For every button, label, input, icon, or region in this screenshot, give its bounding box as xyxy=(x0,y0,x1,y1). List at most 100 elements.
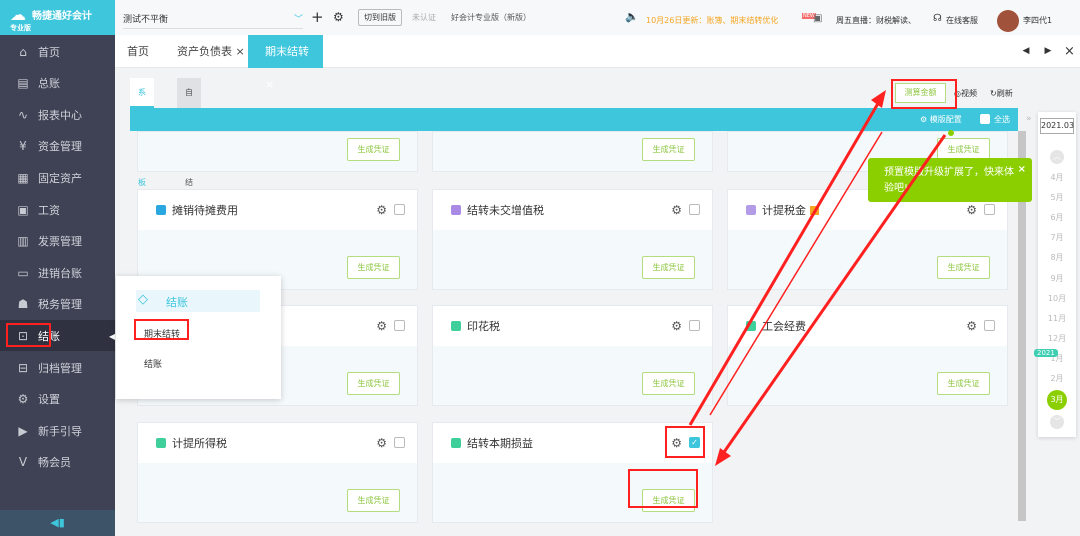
generate-voucher-button[interactable]: 生成凭证 xyxy=(642,489,695,512)
refresh-button[interactable]: ↻刷新 xyxy=(990,88,1013,99)
gear-icon[interactable]: ⚙ xyxy=(333,10,344,24)
top-bar: 测试不平衡 ﹀ + ⚙ 切到旧版 未认证 好会计专业版（新版） 🔈 10月26日更… xyxy=(115,0,1080,35)
month-8[interactable]: 12月 xyxy=(1038,333,1076,344)
cloud-logo-icon: ☁ xyxy=(10,5,26,24)
card-title: 结转未交增值税 xyxy=(467,204,544,217)
avatar[interactable] xyxy=(997,10,1019,32)
month-1[interactable]: 5月 xyxy=(1038,192,1076,203)
tab-home[interactable]: 首页 xyxy=(127,35,149,68)
generate-voucher-button[interactable]: 生成凭证 xyxy=(642,138,695,161)
close-icon[interactable]: × xyxy=(1018,162,1026,178)
submenu-item-period-end[interactable]: 期末结转 xyxy=(144,327,180,340)
live-notice[interactable]: 周五直播：财税解读、 xyxy=(836,15,916,26)
month-3[interactable]: 7月 xyxy=(1038,232,1076,243)
card-checkbox[interactable] xyxy=(689,320,700,331)
card-checkbox[interactable] xyxy=(394,320,405,331)
card-checkbox[interactable] xyxy=(689,204,700,215)
sidebar-item-13[interactable]: V 畅会员 xyxy=(0,447,115,478)
generate-voucher-button[interactable]: 生成凭证 xyxy=(642,372,695,395)
tab-scroll-left-button[interactable]: ◀ xyxy=(1015,35,1037,68)
generate-voucher-button[interactable]: 生成凭证 xyxy=(642,256,695,279)
select-all-checkbox[interactable] xyxy=(980,114,990,124)
sidebar-item-7[interactable]: ▭ 进销台账 xyxy=(0,257,115,288)
gear-icon[interactable]: ⚙ xyxy=(671,436,682,450)
chevron-down-icon[interactable]: ﹀ xyxy=(1050,415,1064,429)
sidebar-item-8[interactable]: ☗ 税务管理 xyxy=(0,289,115,320)
cert-status[interactable]: 未认证 xyxy=(412,12,436,23)
month-0[interactable]: 4月 xyxy=(1038,172,1076,183)
gear-icon[interactable]: ⚙ xyxy=(671,203,682,217)
generate-voucher-button[interactable]: 生成凭证 xyxy=(347,256,400,279)
close-icon[interactable]: × xyxy=(265,78,274,91)
gear-icon[interactable]: ⚙ xyxy=(966,203,977,217)
card-checkbox[interactable] xyxy=(394,437,405,448)
gear-icon[interactable]: ⚙ xyxy=(376,319,387,333)
video-button[interactable]: ◎视频 xyxy=(954,88,977,99)
sidebar-item-11[interactable]: ⚙ 设置 xyxy=(0,384,115,415)
annotation-arrowhead xyxy=(871,90,886,108)
gear-icon[interactable]: ⚙ xyxy=(966,319,977,333)
update-notice[interactable]: 10月26日更新：账簿、期末结转优化 xyxy=(646,15,778,26)
archive-icon: ⊟ xyxy=(17,360,29,375)
tab-balance-sheet[interactable]: 资产负债表 × xyxy=(177,35,245,68)
sidebar-item-2[interactable]: ∿ 报表中心 xyxy=(0,99,115,130)
tab-custom-template[interactable]: 自定义结转模板 xyxy=(177,78,201,277)
sidebar-item-5[interactable]: ▣ 工资 xyxy=(0,194,115,225)
month-2[interactable]: 6月 xyxy=(1038,212,1076,223)
select-all-label[interactable]: 全选 xyxy=(994,114,1010,125)
account-select[interactable]: 测试不平衡 ﹀ xyxy=(123,12,303,29)
generate-voucher-button[interactable]: 生成凭证 xyxy=(347,138,400,161)
month-7[interactable]: 11月 xyxy=(1038,313,1076,324)
close-all-tabs-button[interactable]: × xyxy=(1059,35,1080,68)
expand-icon[interactable]: » xyxy=(1026,114,1032,124)
generate-voucher-button[interactable]: 生成凭证 xyxy=(937,256,990,279)
card-checkbox[interactable] xyxy=(394,204,405,215)
submenu-header: ◇ 结账 xyxy=(136,290,260,312)
collapse-sidebar-button[interactable]: ◀▮ xyxy=(0,510,115,536)
transfer-card: 生成凭证 xyxy=(137,131,418,172)
submenu-item-close-books[interactable]: 结账 xyxy=(144,357,162,370)
tab-period-end[interactable]: 期末结转 × xyxy=(248,35,323,91)
transfer-card: 计提税金 ⚙ 生成凭证 xyxy=(727,189,1008,290)
month-6[interactable]: 10月 xyxy=(1038,293,1076,304)
card-checkbox[interactable]: ✓ xyxy=(689,437,700,448)
card-checkbox[interactable] xyxy=(984,204,995,215)
month-10[interactable]: 2月 xyxy=(1038,373,1076,384)
add-account-button[interactable]: + xyxy=(311,8,324,26)
switch-old-version-button[interactable]: 切到旧版 xyxy=(358,9,402,26)
generate-voucher-button[interactable]: 生成凭证 xyxy=(937,372,990,395)
gear-icon[interactable]: ⚙ xyxy=(376,203,387,217)
card-title: 印花税 xyxy=(467,320,500,333)
logo[interactable]: ☁ 畅捷通好会计 专业版 xyxy=(0,0,115,35)
generate-voucher-button[interactable]: 生成凭证 xyxy=(347,489,400,512)
card-checkbox[interactable] xyxy=(984,320,995,331)
sidebar-item-6[interactable]: ▥ 发票管理 xyxy=(0,226,115,257)
month-4[interactable]: 8月 xyxy=(1038,252,1076,263)
period-input[interactable]: 2021.03 xyxy=(1040,118,1074,134)
sidebar-item-label: 税务管理 xyxy=(38,298,82,312)
sidebar-item-0[interactable]: ⌂ 首页 xyxy=(0,36,115,67)
chevron-up-icon[interactable]: ︿ xyxy=(1050,150,1064,164)
tab-system-template[interactable]: 系统模板 xyxy=(130,78,154,187)
app-edition: 专业版 xyxy=(10,24,31,32)
sidebar-item-4[interactable]: ▦ 固定资产 xyxy=(0,162,115,193)
transfer-card: 结转未交增值税 ⚙ 生成凭证 xyxy=(432,189,713,290)
sidebar-item-9[interactable]: ⊡ 结账 xyxy=(0,320,115,352)
calc-amount-button[interactable]: 测算金额 xyxy=(895,83,946,103)
online-service-link[interactable]: 在线客服 xyxy=(946,15,978,26)
sidebar-item-3[interactable]: ¥ 资金管理 xyxy=(0,131,115,162)
user-name[interactable]: 李四代1 xyxy=(1023,15,1052,26)
template-config-button[interactable]: ⚙ 模版配置 xyxy=(920,114,962,125)
gear-icon[interactable]: ⚙ xyxy=(671,319,682,333)
month-5[interactable]: 9月 xyxy=(1038,273,1076,284)
sidebar-item-1[interactable]: ▤ 总账 xyxy=(0,68,115,99)
transfer-card: 工会经费 ⚙ 生成凭证 xyxy=(727,305,1008,406)
sidebar-item-10[interactable]: ⊟ 归档管理 xyxy=(0,352,115,383)
gear-icon[interactable]: ⚙ xyxy=(376,436,387,450)
close-icon[interactable]: × xyxy=(236,45,245,58)
vip-icon: V xyxy=(18,455,28,470)
tab-scroll-right-button[interactable]: ▶ xyxy=(1037,35,1059,68)
month-11[interactable]: 3月 xyxy=(1047,390,1067,411)
sidebar-item-12[interactable]: ▶ 新手引导 xyxy=(0,415,115,446)
generate-voucher-button[interactable]: 生成凭证 xyxy=(347,372,400,395)
